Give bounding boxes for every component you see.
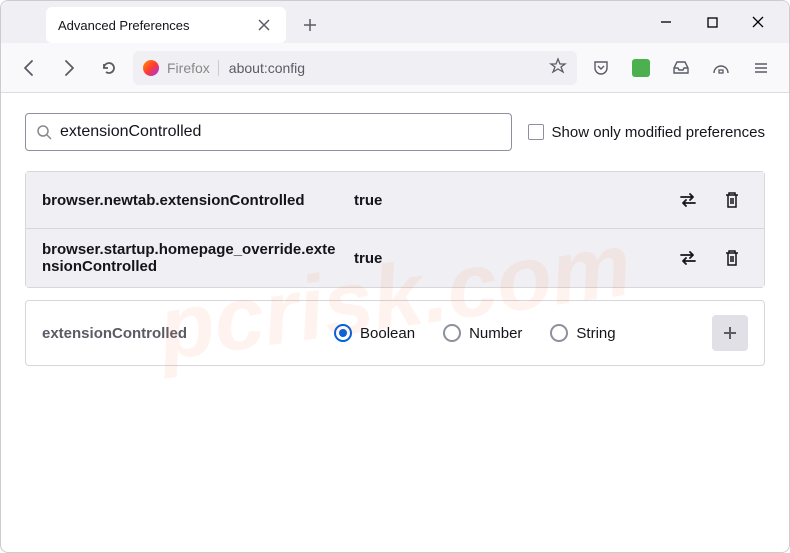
profile-icon[interactable] — [705, 52, 737, 84]
radio-label: String — [576, 325, 615, 342]
radio-label: Boolean — [360, 325, 415, 342]
pref-name: browser.startup.homepage_override.extens… — [42, 241, 342, 275]
close-window-button[interactable] — [735, 1, 781, 43]
address-bar[interactable]: Firefox about:config — [133, 51, 577, 85]
radio-icon — [443, 324, 461, 342]
new-tab-button[interactable] — [294, 9, 326, 41]
radio-icon — [334, 324, 352, 342]
navbar: Firefox about:config — [1, 43, 789, 93]
radio-boolean[interactable]: Boolean — [334, 324, 415, 342]
radio-icon — [550, 324, 568, 342]
search-input[interactable] — [60, 123, 501, 141]
results-list: browser.newtab.extensionControlled true … — [25, 171, 765, 288]
radio-number[interactable]: Number — [443, 324, 522, 342]
extension-icon[interactable] — [625, 52, 657, 84]
new-pref-name: extensionControlled — [42, 325, 322, 342]
new-pref-row: extensionControlled Boolean Number Strin… — [25, 300, 765, 366]
radio-label: Number — [469, 325, 522, 342]
addr-url: about:config — [229, 60, 541, 76]
radio-string[interactable]: String — [550, 324, 615, 342]
firefox-icon — [143, 60, 159, 76]
reload-button[interactable] — [93, 52, 125, 84]
toggle-button[interactable] — [672, 242, 704, 274]
tab-title: Advanced Preferences — [58, 18, 190, 33]
maximize-button[interactable] — [689, 1, 735, 43]
addr-brand: Firefox — [167, 60, 219, 76]
pref-name: browser.newtab.extensionControlled — [42, 192, 342, 209]
checkbox-label: Show only modified preferences — [552, 124, 765, 141]
type-radio-group: Boolean Number String — [334, 324, 700, 342]
browser-tab[interactable]: Advanced Preferences — [46, 7, 286, 43]
checkbox-icon — [528, 124, 544, 140]
titlebar: Advanced Preferences — [1, 1, 789, 43]
close-tab-icon[interactable] — [254, 15, 274, 35]
pocket-icon[interactable] — [585, 52, 617, 84]
show-modified-checkbox[interactable]: Show only modified preferences — [528, 124, 765, 141]
minimize-button[interactable] — [643, 1, 689, 43]
delete-button[interactable] — [716, 184, 748, 216]
back-button[interactable] — [13, 52, 45, 84]
search-row: Show only modified preferences — [25, 113, 765, 151]
delete-button[interactable] — [716, 242, 748, 274]
search-box[interactable] — [25, 113, 512, 151]
content-area: Show only modified preferences browser.n… — [1, 93, 789, 386]
pref-value: true — [354, 250, 660, 267]
inbox-icon[interactable] — [665, 52, 697, 84]
pref-row: browser.startup.homepage_override.extens… — [26, 228, 764, 287]
toggle-button[interactable] — [672, 184, 704, 216]
menu-button[interactable] — [745, 52, 777, 84]
pref-row: browser.newtab.extensionControlled true — [26, 172, 764, 228]
add-pref-button[interactable] — [712, 315, 748, 351]
forward-button[interactable] — [53, 52, 85, 84]
pref-value: true — [354, 192, 660, 209]
window-controls — [643, 1, 789, 43]
bookmark-star-icon[interactable] — [549, 57, 567, 78]
search-icon — [36, 124, 52, 140]
